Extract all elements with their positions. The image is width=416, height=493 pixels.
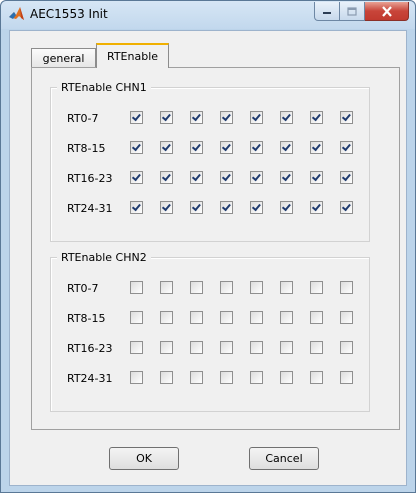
- rt-enable-checkbox[interactable]: [220, 171, 233, 184]
- rt-enable-checkbox[interactable]: [340, 171, 353, 184]
- rt-enable-checkbox[interactable]: [280, 201, 293, 214]
- cancel-button-label: Cancel: [265, 452, 303, 465]
- rt-enable-checkbox[interactable]: [160, 371, 173, 384]
- rt-enable-checkbox[interactable]: [130, 141, 143, 154]
- rt-enable-checkbox[interactable]: [340, 281, 353, 294]
- maximize-button[interactable]: [340, 2, 365, 21]
- row-label: RT24-31: [67, 202, 113, 215]
- rt-enable-checkbox[interactable]: [190, 341, 203, 354]
- rt-enable-checkbox[interactable]: [250, 171, 263, 184]
- rt-enable-checkbox[interactable]: [220, 371, 233, 384]
- rt-enable-checkbox[interactable]: [130, 171, 143, 184]
- rt-enable-checkbox[interactable]: [190, 311, 203, 324]
- rt-enable-checkbox[interactable]: [190, 171, 203, 184]
- row-label: RT16-23: [67, 342, 113, 355]
- rt-enable-checkbox[interactable]: [280, 281, 293, 294]
- rt-enable-checkbox[interactable]: [250, 141, 263, 154]
- rt-enable-checkbox[interactable]: [340, 371, 353, 384]
- rt-enable-checkbox[interactable]: [250, 111, 263, 124]
- ok-button[interactable]: OK: [109, 447, 179, 470]
- rt-enable-checkbox[interactable]: [280, 141, 293, 154]
- rt-enable-checkbox[interactable]: [190, 201, 203, 214]
- rt-enable-checkbox[interactable]: [250, 341, 263, 354]
- rt-enable-checkbox[interactable]: [280, 311, 293, 324]
- rt-enable-checkbox[interactable]: [130, 281, 143, 294]
- rt-enable-checkbox[interactable]: [160, 281, 173, 294]
- rt-enable-checkbox[interactable]: [160, 201, 173, 214]
- rt-enable-checkbox[interactable]: [310, 201, 323, 214]
- rt-enable-checkbox[interactable]: [310, 341, 323, 354]
- rt-enable-checkbox[interactable]: [190, 281, 203, 294]
- rt-enable-checkbox[interactable]: [130, 341, 143, 354]
- close-button[interactable]: [365, 2, 409, 21]
- rt-enable-checkbox[interactable]: [190, 371, 203, 384]
- rt-enable-checkbox[interactable]: [160, 171, 173, 184]
- minimize-button[interactable]: [314, 2, 340, 21]
- rt-enable-checkbox[interactable]: [250, 311, 263, 324]
- rt-enable-checkbox[interactable]: [340, 141, 353, 154]
- cancel-button[interactable]: Cancel: [249, 447, 319, 470]
- rt-enable-checkbox[interactable]: [220, 201, 233, 214]
- maximize-icon: [347, 6, 357, 16]
- close-icon: [381, 5, 392, 17]
- rt-enable-checkbox[interactable]: [130, 371, 143, 384]
- title-bar[interactable]: AEC1553 Init: [1, 1, 415, 29]
- rt-enable-checkbox[interactable]: [160, 111, 173, 124]
- group-rtenable-chn1: RTEnable CHN1 RT0-7 RT8-15 RT16-23 RT24-31: [50, 81, 370, 242]
- rtenable-panel: RTEnable CHN1 RT0-7 RT8-15 RT16-23 RT24-31 …: [31, 67, 400, 430]
- tab-label: RTEnable: [106, 50, 159, 63]
- ok-button-label: OK: [136, 452, 152, 465]
- rt-enable-checkbox[interactable]: [310, 311, 323, 324]
- matlab-icon: [9, 7, 24, 20]
- window-title: AEC1553 Init: [30, 7, 108, 21]
- rt-enable-checkbox[interactable]: [340, 111, 353, 124]
- minimize-icon: [323, 12, 331, 14]
- rt-enable-checkbox[interactable]: [280, 341, 293, 354]
- row-label: RT0-7: [67, 112, 99, 125]
- rt-enable-checkbox[interactable]: [280, 171, 293, 184]
- rt-enable-checkbox[interactable]: [250, 201, 263, 214]
- rt-enable-checkbox[interactable]: [190, 111, 203, 124]
- rt-enable-checkbox[interactable]: [310, 281, 323, 294]
- rt-enable-checkbox[interactable]: [340, 201, 353, 214]
- tab-general[interactable]: general: [31, 48, 96, 67]
- rt-enable-checkbox[interactable]: [310, 371, 323, 384]
- rt-enable-checkbox[interactable]: [130, 111, 143, 124]
- group-title: RTEnable CHN2: [57, 251, 151, 264]
- rt-enable-checkbox[interactable]: [190, 141, 203, 154]
- tab-rtenable[interactable]: RTEnable: [96, 43, 169, 68]
- rt-enable-checkbox[interactable]: [310, 141, 323, 154]
- rt-enable-checkbox[interactable]: [220, 111, 233, 124]
- dialog-window: AEC1553 Init general RTEnable RTEnable C…: [0, 0, 416, 493]
- row-label: RT16-23: [67, 172, 113, 185]
- rt-enable-checkbox[interactable]: [160, 311, 173, 324]
- group-title: RTEnable CHN1: [57, 81, 151, 94]
- rt-enable-checkbox[interactable]: [250, 371, 263, 384]
- rt-enable-checkbox[interactable]: [130, 311, 143, 324]
- rt-enable-checkbox[interactable]: [160, 141, 173, 154]
- row-label: RT0-7: [67, 282, 99, 295]
- row-label: RT24-31: [67, 372, 113, 385]
- rt-enable-checkbox[interactable]: [220, 311, 233, 324]
- rt-enable-checkbox[interactable]: [250, 281, 263, 294]
- rt-enable-checkbox[interactable]: [130, 201, 143, 214]
- dialog-client-area: general RTEnable RTEnable CHN1 RT0-7 RT8-…: [9, 30, 407, 486]
- rt-enable-checkbox[interactable]: [220, 341, 233, 354]
- rt-enable-checkbox[interactable]: [340, 341, 353, 354]
- rt-enable-checkbox[interactable]: [340, 311, 353, 324]
- rt-enable-checkbox[interactable]: [280, 111, 293, 124]
- rt-enable-checkbox[interactable]: [220, 141, 233, 154]
- row-label: RT8-15: [67, 142, 106, 155]
- group-rtenable-chn2: RTEnable CHN2 RT0-7 RT8-15 RT16-23 RT24-31: [50, 251, 370, 412]
- row-label: RT8-15: [67, 312, 106, 325]
- rt-enable-checkbox[interactable]: [310, 111, 323, 124]
- rt-enable-checkbox[interactable]: [160, 341, 173, 354]
- rt-enable-checkbox[interactable]: [280, 371, 293, 384]
- rt-enable-checkbox[interactable]: [310, 171, 323, 184]
- rt-enable-checkbox[interactable]: [220, 281, 233, 294]
- tab-label: general: [42, 51, 85, 65]
